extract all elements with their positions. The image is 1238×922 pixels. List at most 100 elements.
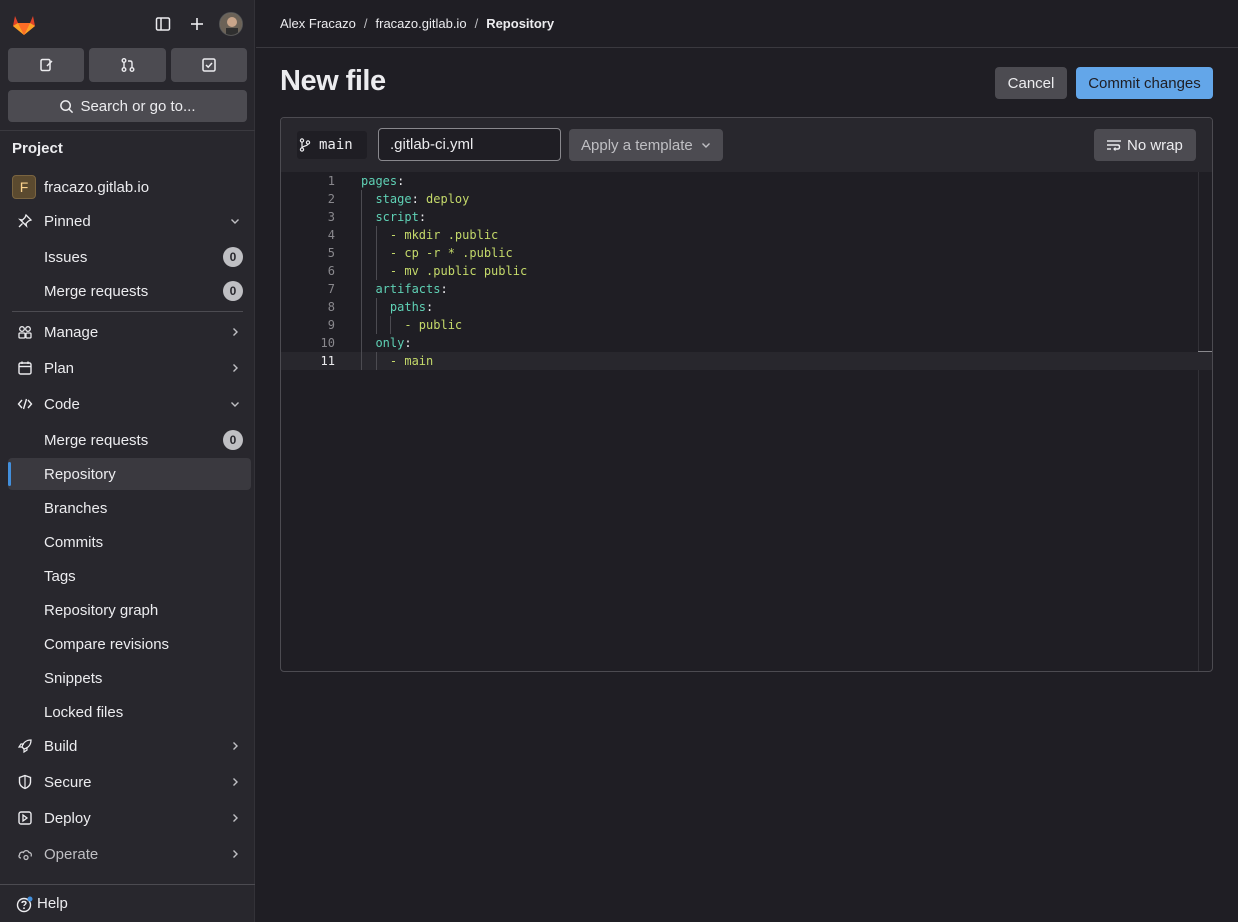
breadcrumb-project[interactable]: fracazo.gitlab.io <box>376 16 467 31</box>
code-line[interactable]: 5 - cp -r * .public <box>281 244 1212 262</box>
sidebar-item-repository[interactable]: Repository <box>8 458 251 490</box>
indent-guide <box>361 298 362 316</box>
shield-icon <box>16 773 34 791</box>
sidebar-item-label: Branches <box>44 499 108 517</box>
issues-button[interactable] <box>8 48 84 82</box>
code-text: paths: <box>389 300 434 314</box>
cloud-gear-icon <box>16 845 34 863</box>
sidebar-item-repository-graph[interactable]: Repository graph <box>8 594 251 626</box>
merge-requests-button[interactable] <box>89 48 166 82</box>
sidebar-item-snippets[interactable]: Snippets <box>8 662 251 694</box>
sidebar-toggle-icon[interactable] <box>151 12 175 36</box>
branch-icon <box>299 138 311 152</box>
code-line[interactable]: 8 paths: <box>281 298 1212 316</box>
sidebar-item-label: Locked files <box>44 703 124 721</box>
users-icon <box>16 323 34 341</box>
code-line[interactable]: 1 pages: <box>281 172 1212 190</box>
search-label: Search or go to... <box>80 97 196 115</box>
sidebar-item-plan[interactable]: Plan <box>8 352 251 384</box>
code-line[interactable]: 9 - public <box>281 316 1212 334</box>
sidebar-item-label: Plan <box>44 359 75 377</box>
sidebar-item-deploy[interactable]: Deploy <box>8 802 251 834</box>
indent-guide <box>361 262 362 280</box>
code-line[interactable]: 2 stage: deploy <box>281 190 1212 208</box>
indent-guide <box>361 244 362 262</box>
sidebar-item-code-merge-requests[interactable]: Merge requests 0 <box>8 424 251 456</box>
code-line[interactable]: 6 - mv .public public <box>281 262 1212 280</box>
code-text: - main <box>389 354 434 368</box>
indent-guide <box>375 262 377 280</box>
user-avatar[interactable] <box>219 12 243 36</box>
line-number: 8 <box>327 300 335 314</box>
code-line[interactable]: 11 - main <box>281 352 1212 370</box>
help-icon <box>16 896 33 918</box>
project-link[interactable]: F fracazo.gitlab.io <box>8 171 251 203</box>
sidebar-item-pinned[interactable]: Pinned <box>8 205 251 237</box>
no-wrap-button[interactable]: No wrap <box>1094 129 1196 161</box>
apply-template-dropdown[interactable]: Apply a template <box>569 129 723 161</box>
deploy-icon <box>16 809 34 827</box>
page-title: New file <box>280 65 386 97</box>
chevron-down-icon <box>701 143 710 148</box>
sidebar-item-code[interactable]: Code <box>8 388 251 420</box>
code-line[interactable]: 7 artifacts: <box>281 280 1212 298</box>
breadcrumb-user[interactable]: Alex Fracazo <box>280 16 356 31</box>
cancel-button[interactable]: Cancel <box>995 67 1067 99</box>
code-line[interactable]: 10 only: <box>281 334 1212 352</box>
code-icon <box>16 395 34 413</box>
code-area[interactable]: 1 pages: 2 stage: deploy 3 script: 4 - mkdir… <box>281 172 1212 671</box>
quick-actions <box>8 48 247 82</box>
issues-icon <box>40 58 53 72</box>
chevron-right-icon <box>229 740 241 752</box>
indent-guide <box>361 352 362 370</box>
sidebar-item-commits[interactable]: Commits <box>8 526 251 558</box>
sidebar-item-label: Build <box>44 737 78 755</box>
sidebar-item-label: Repository graph <box>44 601 159 619</box>
breadcrumb-separator: / <box>474 16 479 31</box>
plus-icon[interactable] <box>185 12 209 36</box>
count-badge: 0 <box>223 430 243 450</box>
chevron-right-icon <box>229 812 241 824</box>
sidebar-item-tags[interactable]: Tags <box>8 560 251 592</box>
indent-guide <box>375 226 377 244</box>
code-line[interactable]: 3 script: <box>281 208 1212 226</box>
sidebar-item-label: Deploy <box>44 809 91 827</box>
sidebar-item-manage[interactable]: Manage <box>8 316 251 348</box>
pin-icon <box>16 212 34 230</box>
code-text: stage: deploy <box>375 192 470 206</box>
calendar-icon <box>16 359 34 377</box>
sidebar-item-compare-revisions[interactable]: Compare revisions <box>8 628 251 660</box>
chevron-right-icon <box>229 776 241 788</box>
sidebar-item-branches[interactable]: Branches <box>8 492 251 524</box>
indent-guide <box>375 316 377 334</box>
help-label: Help <box>37 895 68 912</box>
sidebar-item-label: Commits <box>44 533 104 551</box>
sidebar-item-build[interactable]: Build <box>8 730 251 762</box>
sidebar-item-operate[interactable]: Operate <box>8 838 251 870</box>
sidebar-item-pinned-issues[interactable]: Issues 0 <box>8 241 251 273</box>
sidebar-item-label: Secure <box>44 773 92 791</box>
code-text: - cp -r * .public <box>389 246 513 260</box>
indent-guide <box>375 244 377 262</box>
help-button[interactable]: Help <box>0 884 255 922</box>
commit-changes-button[interactable]: Commit changes <box>1076 67 1213 99</box>
sidebar-divider <box>12 311 243 312</box>
breadcrumb-current[interactable]: Repository <box>486 16 554 31</box>
code-line[interactable]: 4 - mkdir .public <box>281 226 1212 244</box>
sidebar-item-secure[interactable]: Secure <box>8 766 251 798</box>
code-text: artifacts: <box>375 282 448 296</box>
line-number: 3 <box>327 210 335 224</box>
line-number: 11 <box>320 354 335 368</box>
search-button[interactable]: Search or go to... <box>8 90 247 122</box>
filename-input[interactable] <box>378 128 561 161</box>
sidebar-item-locked-files[interactable]: Locked files <box>8 696 251 728</box>
sidebar-item-label: Repository <box>44 465 116 483</box>
gitlab-logo-icon[interactable] <box>10 10 38 38</box>
code-text: pages: <box>361 174 405 188</box>
todo-button[interactable] <box>171 48 247 82</box>
indent-guide <box>361 190 362 208</box>
wrap-icon <box>1107 140 1121 151</box>
chevron-right-icon <box>229 362 241 374</box>
sidebar-item-pinned-merge-requests[interactable]: Merge requests 0 <box>8 275 251 307</box>
indent-guide <box>361 280 362 298</box>
